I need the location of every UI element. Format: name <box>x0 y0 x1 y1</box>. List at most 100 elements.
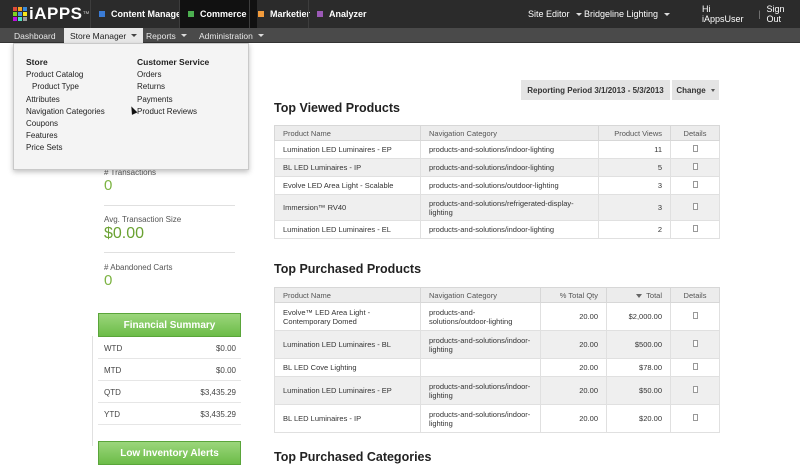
reporting-period-label: Reporting Period 3/1/2013 - 5/3/2013 <box>527 85 664 95</box>
menu-item-returns[interactable]: Returns <box>137 81 209 93</box>
commerce-square-icon <box>188 11 194 17</box>
product-name: BL LED Luminaires - IP <box>274 158 421 177</box>
table-row: Immersion™ RV40 products-and-solutions/r… <box>274 194 720 221</box>
menu-item-product-reviews[interactable]: Product Reviews <box>137 106 209 118</box>
column-header-details: Details <box>670 125 720 141</box>
nav-reports[interactable]: Reports <box>140 28 193 43</box>
details-icon[interactable] <box>692 163 698 170</box>
site-selector[interactable]: Bridgeline Lighting <box>584 0 671 28</box>
logo-grid-cell <box>13 17 17 21</box>
details-icon[interactable] <box>692 386 698 393</box>
menu-item-navigation-categories[interactable]: Navigation Categories <box>26 106 105 118</box>
details-cell <box>670 140 720 159</box>
abandoned-carts-value: 0 <box>104 272 113 289</box>
column-header-navigation-category[interactable]: Navigation Category <box>420 125 599 141</box>
sign-out-link[interactable]: Sign Out <box>767 4 800 24</box>
low-inventory-alerts-button[interactable]: Low Inventory Alerts <box>98 441 241 465</box>
table-row: BL LED Cove Lighting 20.00 $78.00 <box>274 358 720 377</box>
product-views: 11 <box>598 140 671 159</box>
top-categories-title: Top Purchased Categories <box>274 450 432 464</box>
menu-item-coupons[interactable]: Coupons <box>26 118 105 130</box>
product-tab-label: Analyzer <box>329 9 367 19</box>
marketier-square-icon <box>258 11 264 17</box>
details-icon[interactable] <box>692 225 698 232</box>
product-name: BL LED Luminaires - IP <box>274 404 421 433</box>
content-manager-square-icon <box>99 11 105 17</box>
column-header-navigation-category[interactable]: Navigation Category <box>420 287 541 303</box>
total: $2,000.00 <box>606 302 671 331</box>
details-icon[interactable] <box>692 203 698 210</box>
nav-label: Dashboard <box>14 30 56 41</box>
details-cell <box>670 302 720 331</box>
menu-item-orders[interactable]: Orders <box>137 69 209 81</box>
change-label: Change <box>676 85 706 95</box>
logo-grid-cell <box>18 7 22 11</box>
logo-grid-cell <box>13 12 17 16</box>
table-row: BL LED Luminaires - IP products-and-solu… <box>274 404 720 433</box>
table-row: Evolve™ LED Area Light - Contemporary Do… <box>274 302 720 331</box>
product-tab-label: Content Manager <box>111 9 185 19</box>
financial-row-ytd: YTD $3,435.29 <box>98 403 241 425</box>
user-area: Hi iAppsUser | Sign Out <box>702 0 800 28</box>
details-icon[interactable] <box>692 145 698 152</box>
details-cell <box>670 376 720 405</box>
details-icon[interactable] <box>692 414 698 421</box>
store-menu-heading: Store <box>26 57 48 67</box>
nav-label: Store Manager <box>70 30 127 41</box>
nav-label: Administration <box>199 30 253 41</box>
total-qty: 20.00 <box>540 302 607 331</box>
menu-item-product-type[interactable]: Product Type <box>26 81 105 93</box>
details-icon[interactable] <box>692 340 698 347</box>
details-icon[interactable] <box>692 312 698 319</box>
nav-dashboard[interactable]: Dashboard <box>8 28 62 43</box>
site-editor-label: Site Editor <box>528 9 570 19</box>
financial-row-wtd: WTD $0.00 <box>98 337 241 359</box>
details-icon[interactable] <box>692 363 698 370</box>
column-header-total-qty[interactable]: % Total Qty <box>540 287 607 303</box>
logo-grid-cell <box>23 17 27 21</box>
column-header-product-name[interactable]: Product Name <box>274 287 421 303</box>
column-header-product-views[interactable]: Product Views <box>598 125 671 141</box>
product-name: Lumination LED Luminaires - BL <box>274 330 421 359</box>
reporting-period: Reporting Period 3/1/2013 - 5/3/2013 <box>521 80 670 100</box>
column-header-total[interactable]: Total <box>606 287 671 303</box>
logo-grid-cell <box>23 7 27 11</box>
period-value: $3,435.29 <box>200 388 236 397</box>
menu-item-product-catalog[interactable]: Product Catalog <box>26 69 105 81</box>
table-row: Lumination LED Luminaires - EP products-… <box>274 376 720 405</box>
iapps-logo[interactable]: iAPPS ™ <box>13 4 90 24</box>
details-icon[interactable] <box>692 181 698 188</box>
menu-item-features[interactable]: Features <box>26 130 105 142</box>
divider <box>104 252 235 253</box>
nav-store-manager[interactable]: Store Manager <box>64 28 144 43</box>
product-tab-commerce[interactable]: Commerce <box>179 0 257 28</box>
chevron-down-icon <box>257 34 264 37</box>
financial-summary-button[interactable]: Financial Summary <box>98 313 241 337</box>
product-name: Lumination LED Luminaires - EP <box>274 140 421 159</box>
total-header-label: Total <box>646 290 662 300</box>
navigation-category: products-and-solutions/indoor-lighting <box>420 220 599 239</box>
period-label: QTD <box>104 388 121 397</box>
product-views: 3 <box>598 176 671 195</box>
navigation-category: products-and-solutions/indoor-lighting <box>420 140 599 159</box>
site-editor-menu[interactable]: Site Editor <box>528 0 582 28</box>
menu-item-attributes[interactable]: Attributes <box>26 94 105 106</box>
menu-item-price-sets[interactable]: Price Sets <box>26 142 105 154</box>
total: $78.00 <box>606 358 671 377</box>
table-row: Lumination LED Luminaires - BL products-… <box>274 330 720 359</box>
total-qty: 20.00 <box>540 358 607 377</box>
details-cell <box>670 330 720 359</box>
menu-item-payments[interactable]: Payments <box>137 94 209 106</box>
transactions-value: 0 <box>104 177 113 194</box>
separator: | <box>758 9 761 19</box>
navigation-category: products-and-solutions/outdoor-lighting <box>420 302 541 331</box>
logo-text: iAPPS <box>29 4 83 23</box>
product-tab-analyzer[interactable]: Analyzer <box>308 0 377 28</box>
financial-row-mtd: MTD $0.00 <box>98 359 241 381</box>
product-name: Lumination LED Luminaires - EP <box>274 376 421 405</box>
logo-grid-cell <box>18 17 22 21</box>
details-cell <box>670 158 720 177</box>
change-period-button[interactable]: Change <box>672 80 719 100</box>
column-header-product-name[interactable]: Product Name <box>274 125 421 141</box>
nav-administration[interactable]: Administration <box>193 28 270 43</box>
